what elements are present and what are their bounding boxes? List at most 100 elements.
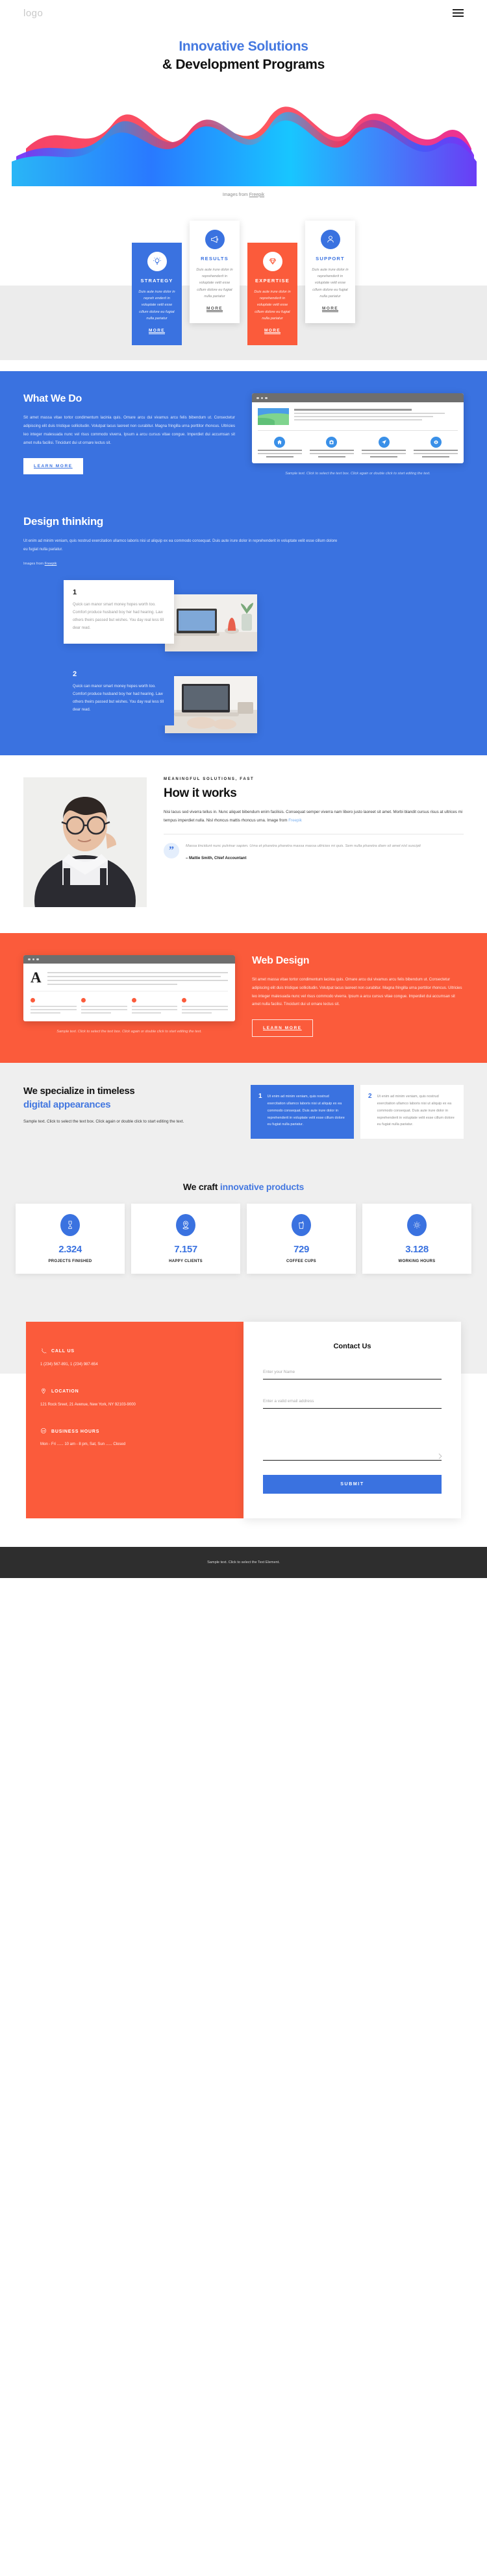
feature-card-text: Duis aute irure dolor in reprehenderit i… bbox=[254, 289, 291, 321]
contact-info-label: BUSINESS HOURS bbox=[51, 1429, 100, 1434]
contact-info-label: CALL US bbox=[51, 1349, 75, 1354]
how-it-works-text-column: MEANINGFUL SOLUTIONS, FAST How it works … bbox=[164, 777, 464, 860]
learn-more-button[interactable]: LEARN MORE bbox=[23, 457, 83, 474]
mockup-text-lines bbox=[47, 970, 228, 986]
body-text: Nisi lacus sed viverra tellus in. Nunc a… bbox=[164, 809, 463, 823]
specialize-section: We specialize in timeless digital appear… bbox=[0, 1063, 487, 1162]
freepik-link[interactable]: Freepik bbox=[249, 193, 264, 197]
what-we-do-title: What We Do bbox=[23, 393, 82, 405]
contact-info-heading: LOCATION bbox=[40, 1388, 229, 1396]
mockup-image-placeholder bbox=[258, 408, 289, 426]
design-thinking-title: Design thinking bbox=[23, 515, 104, 528]
web-design-title: Web Design bbox=[252, 954, 310, 966]
site-header: logo bbox=[0, 0, 487, 26]
feature-card-more-link[interactable]: MORE bbox=[264, 328, 281, 335]
stats-section: We craft innovative products 2.324 PROJE… bbox=[0, 1161, 487, 1296]
contact-call-us: CALL US 1 (234) 567-891, 1 (234) 987-654 bbox=[40, 1348, 229, 1368]
site-footer: Sample text. Click to select the Text El… bbox=[0, 1546, 487, 1578]
paper-plane-icon bbox=[378, 437, 390, 448]
web-design-text-column: Web Design Sit amet massa vitae tortor c… bbox=[252, 955, 464, 1038]
what-we-do-text-column: What We Do Sit amet massa vitae tortor c… bbox=[23, 393, 235, 474]
feature-card-more-link[interactable]: MORE bbox=[321, 306, 339, 313]
stat-number: 729 bbox=[293, 1243, 309, 1255]
contact-info-value: 1 (234) 567-891, 1 (234) 987-654 bbox=[40, 1362, 98, 1367]
lightbulb-icon bbox=[147, 251, 167, 271]
map-pin-icon bbox=[176, 1213, 195, 1236]
hamburger-menu-icon[interactable] bbox=[453, 9, 464, 17]
stat-number: 3.128 bbox=[405, 1243, 429, 1255]
email-field-wrapper bbox=[263, 1394, 442, 1409]
testimonial-text: Massa tincidunt nunc pulvinar sapien. Ur… bbox=[186, 844, 421, 849]
specialize-subtext: Sample text. Click to select the text bo… bbox=[23, 1119, 184, 1124]
contact-info-label: LOCATION bbox=[51, 1389, 79, 1394]
stat-number: 2.324 bbox=[58, 1243, 82, 1255]
stat-label: HAPPY CLIENTS bbox=[169, 1259, 203, 1263]
browser-mockup bbox=[252, 393, 464, 464]
hero-section: Innovative Solutions & Development Progr… bbox=[0, 26, 487, 197]
submit-button[interactable]: SUBMIT bbox=[263, 1474, 442, 1494]
card-number: 1 bbox=[258, 1093, 262, 1100]
feature-card-more-link[interactable]: MORE bbox=[206, 306, 223, 313]
card-number: 2 bbox=[73, 670, 77, 678]
svg-text:24: 24 bbox=[42, 1429, 45, 1432]
feature-card-title: RESULTS bbox=[201, 255, 229, 261]
specialize-title-accent: digital appearances bbox=[23, 1099, 111, 1110]
bullet-dot bbox=[182, 998, 187, 1003]
feature-card-support[interactable]: SUPPORT Duis aute irure dolor in reprehe… bbox=[305, 220, 355, 324]
contact-info-heading: 24 BUSINESS HOURS bbox=[40, 1428, 229, 1435]
numbered-card: 2 Quick can manor smart money hopes wort… bbox=[64, 661, 174, 725]
card-text: Quick can manor smart money hopes worth … bbox=[73, 684, 164, 712]
mockup-caption: Sample text. Click to select the text bo… bbox=[56, 1030, 202, 1034]
numbered-card: 1 Quick can manor smart money hopes wort… bbox=[64, 579, 174, 644]
hero-wave-illustration bbox=[0, 89, 487, 186]
credit-prefix: Image from bbox=[267, 818, 289, 823]
learn-more-button[interactable]: LEARN MORE bbox=[252, 1019, 313, 1038]
mockup-feature-send bbox=[362, 437, 406, 458]
stat-label: WORKING HOURS bbox=[398, 1259, 436, 1263]
bullet-dot bbox=[81, 998, 86, 1003]
feature-card-title: STRATEGY bbox=[140, 277, 173, 284]
feature-card-text: Duis aute irure dolor in reprehenderit i… bbox=[312, 267, 349, 299]
feature-card-expertise[interactable]: EXPERTISE Duis aute irure dolor in repre… bbox=[247, 242, 297, 346]
design-thinking-row-1: 1 Quick can manor smart money hopes wort… bbox=[23, 579, 464, 651]
hero-image-credit: Images from Freepik bbox=[0, 193, 487, 197]
page-title: Innovative Solutions & Development Progr… bbox=[0, 38, 487, 75]
feature-card-strategy[interactable]: STRATEGY Duis aute irure dolor in repreh… bbox=[132, 242, 182, 346]
stat-label: COFFEE CUPS bbox=[286, 1259, 316, 1263]
name-input[interactable] bbox=[263, 1369, 442, 1374]
what-we-do-section: What We Do Sit amet massa vitae tortor c… bbox=[0, 371, 487, 504]
camera-icon bbox=[326, 437, 338, 448]
email-input[interactable] bbox=[263, 1398, 442, 1403]
bullet-dot bbox=[31, 998, 35, 1003]
card-text: Ut enim ad minim veniam, quis nostrud ex… bbox=[267, 1095, 345, 1127]
logo[interactable]: logo bbox=[23, 8, 43, 19]
feature-card-results[interactable]: RESULTS Duis aute irure dolor in reprehe… bbox=[190, 220, 240, 324]
gear-icon bbox=[430, 437, 442, 448]
testimonial: ” Massa tincidunt nunc pulvinar sapien. … bbox=[164, 843, 464, 860]
what-we-do-mockup-column: Sample text. Click to select the text bo… bbox=[252, 393, 464, 478]
megaphone-icon bbox=[205, 229, 225, 249]
hero-title-line1: Innovative Solutions bbox=[179, 39, 308, 54]
message-input[interactable] bbox=[263, 1422, 442, 1457]
hero-title-line2: & Development Programs bbox=[162, 57, 325, 73]
feature-card-text: Duis aute irure dolor in reprehenderit i… bbox=[196, 267, 233, 299]
mockup-feature-settings bbox=[414, 437, 458, 458]
message-field-wrapper bbox=[263, 1422, 442, 1461]
stat-label: PROJECTS FINISHED bbox=[48, 1259, 92, 1263]
feature-card-more-link[interactable]: MORE bbox=[148, 328, 166, 335]
stats-row: 2.324 PROJECTS FINISHED 7.157 HAPPY CLIE… bbox=[16, 1203, 471, 1274]
workspace-photo bbox=[165, 594, 257, 651]
specialize-title: We specialize in timeless digital appear… bbox=[23, 1085, 236, 1112]
user-icon bbox=[320, 229, 340, 249]
what-we-do-body: Sit amet massa vitae tortor condimentum … bbox=[23, 416, 235, 446]
card-number: 1 bbox=[73, 588, 77, 596]
card-number: 2 bbox=[368, 1093, 372, 1100]
web-design-mockup-column: A Sample text. Click to select the text … bbox=[23, 954, 235, 1036]
laptop-photo bbox=[165, 675, 257, 733]
specialize-cards-column: 1 Ut enim ad minim veniam, quis nostrud … bbox=[251, 1085, 464, 1139]
freepik-link[interactable]: Freepik bbox=[288, 818, 302, 823]
mockup-feature-home bbox=[258, 437, 302, 458]
freepik-link[interactable]: Freepik bbox=[45, 562, 57, 566]
web-design-body: Sit amet massa vitae tortor condimentum … bbox=[252, 977, 462, 1007]
stat-happy-clients: 7.157 HAPPY CLIENTS bbox=[131, 1203, 240, 1274]
